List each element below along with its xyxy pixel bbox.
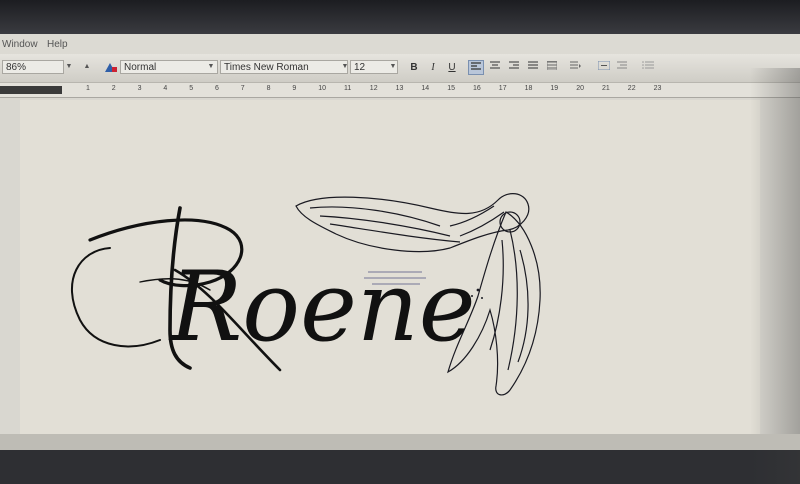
justify-button[interactable] [525, 60, 541, 75]
indent-button[interactable] [596, 60, 612, 75]
style-dropdown-icon[interactable]: ▼ [206, 60, 216, 74]
ruler[interactable]: 1 2 3 4 5 6 7 8 9 10 11 12 13 14 15 16 17 18 19 20 21 22 23 [0, 83, 800, 98]
zoom-select[interactable]: 86% [2, 60, 64, 74]
size-dropdown-icon[interactable]: ▼ [388, 60, 398, 74]
styles-icon[interactable] [104, 61, 118, 73]
justify-icon [528, 61, 538, 69]
screen-glare [750, 68, 800, 484]
align-left-icon [471, 62, 481, 70]
menu-bar: Window Help [0, 34, 800, 54]
bold-button[interactable]: B [406, 60, 422, 75]
angel-wings-icon: Roene [70, 193, 541, 396]
align-left-button[interactable] [468, 60, 484, 75]
menu-window[interactable]: Window [2, 39, 38, 50]
document-page[interactable]: Roene [20, 100, 760, 440]
ruler-tick-label: 4 [163, 85, 168, 92]
ruler-tick-label: 5 [189, 85, 194, 92]
line-spacing-select[interactable] [568, 60, 584, 75]
ruler-tick-label: 6 [215, 85, 219, 92]
ruler-tick-label: 9 [292, 85, 297, 92]
ruler-tick-label: 3 [137, 85, 142, 92]
ruler-tick-label: 2 [111, 85, 116, 92]
align-right-icon [509, 61, 519, 69]
line-spacing-button[interactable] [544, 60, 560, 75]
word-processor-window: Window Help 86% ▼ ▲ Normal ▼ Times New R… [0, 34, 800, 484]
line-spacing-icon [546, 60, 558, 71]
ruler-tick-label: 20 [576, 85, 584, 92]
outdent-button[interactable] [614, 60, 630, 75]
indent-icon [597, 60, 611, 71]
ruler-tick-label: 14 [421, 85, 430, 92]
ruler-tick-label: 1 [86, 85, 90, 92]
paragraph-style-select[interactable]: Normal [120, 60, 218, 74]
stepper-icon[interactable]: ▲ [82, 60, 92, 74]
ruler-tick-label: 15 [447, 85, 455, 92]
ruler-tick-label: 23 [653, 85, 662, 92]
line-spacing-dropdown-icon [570, 61, 581, 69]
underline-button[interactable]: U [444, 60, 460, 75]
ruler-margin [0, 86, 62, 94]
formatting-toolbar: 86% ▼ ▲ Normal ▼ Times New Roman ▼ 12 ▼ … [0, 54, 800, 83]
paragraph-style-value: Normal [124, 62, 157, 73]
ruler-tick-label: 11 [344, 85, 352, 92]
list-icon [642, 61, 654, 69]
ruler-tick-label: 21 [602, 85, 610, 92]
ruler-tick-label: 7 [240, 85, 245, 92]
ruler-tick-label: 10 [318, 85, 326, 92]
ruler-tick-label: 13 [395, 85, 404, 92]
list-button[interactable] [640, 60, 656, 75]
ruler-tick-label: 16 [473, 85, 481, 92]
script-name: Roene [168, 251, 476, 363]
ruler-tick-label: 18 [524, 85, 533, 92]
italic-button[interactable]: I [425, 60, 441, 75]
font-name-select[interactable]: Times New Roman [220, 60, 348, 74]
ruler-tick-label: 22 [627, 85, 636, 92]
align-center-button[interactable] [487, 60, 503, 75]
ruler-tick-label: 8 [266, 85, 271, 92]
font-size-value: 12 [354, 62, 366, 73]
monitor-bottom-edge [0, 434, 800, 450]
outdent-icon [617, 61, 627, 69]
ruler-tick-label: 12 [369, 85, 378, 92]
zoom-dropdown-icon[interactable]: ▼ [64, 60, 74, 74]
align-right-button[interactable] [506, 60, 522, 75]
ruler-tick-label: 17 [498, 85, 507, 92]
font-dropdown-icon[interactable]: ▼ [340, 60, 350, 74]
font-name-value: Times New Roman [224, 62, 309, 73]
ruler-tick-label: 19 [550, 85, 559, 92]
menu-help[interactable]: Help [47, 39, 68, 50]
monitor-bezel [0, 0, 800, 34]
zoom-value: 86% [6, 62, 27, 73]
align-center-icon [490, 61, 500, 69]
